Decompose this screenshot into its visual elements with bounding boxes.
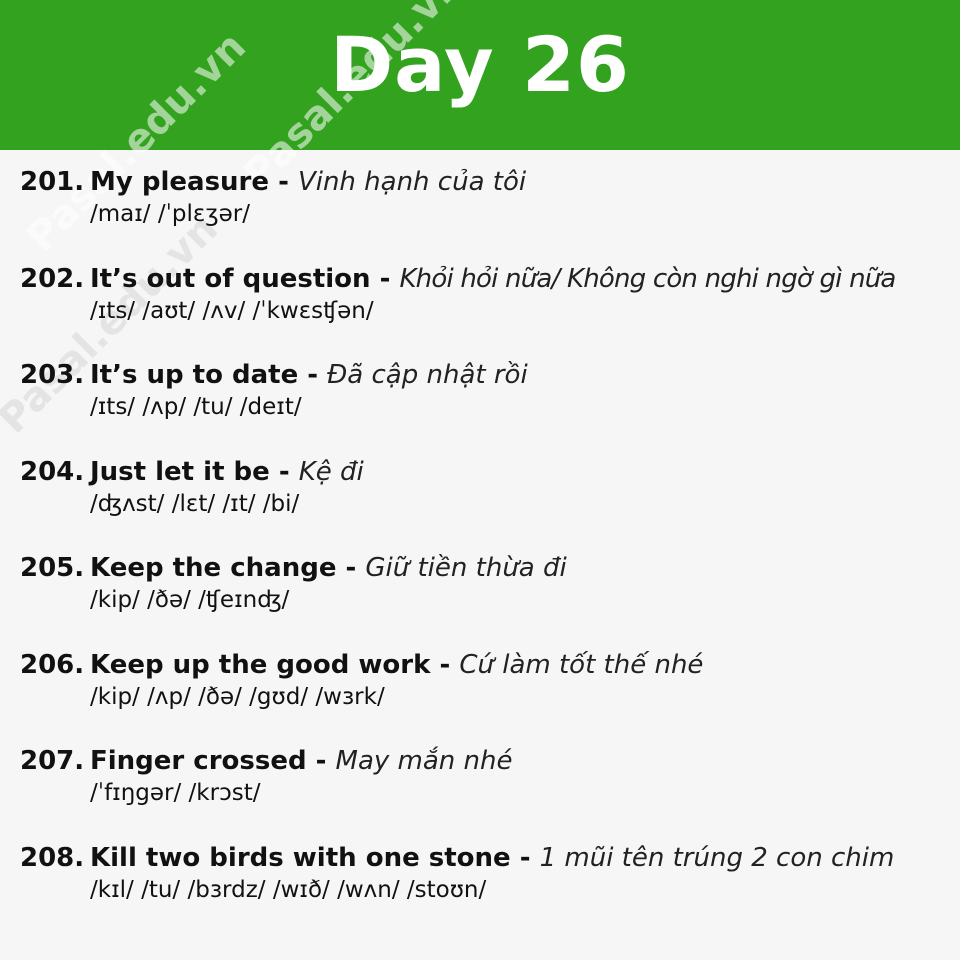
list-item: 206. Keep up the good work - Cứ làm tốt t… (20, 648, 955, 745)
item-ipa: /kip/ /ʌp/ /ðə/ /gʊd/ /wɜrk/ (90, 683, 385, 710)
list-item: 204. Just let it be - Kệ đi /ʤʌst/ /lɛt/ … (20, 455, 955, 552)
item-phrase: Keep the change (90, 553, 337, 583)
item-phrase: It’s out of question (90, 263, 371, 294)
header-banner: Day 26 (0, 0, 960, 150)
item-number: 206. (20, 649, 85, 680)
phrase-list: 201. My pleasure - Vinh hạnh của tôi /maɪ… (20, 165, 955, 937)
page-title: Day 26 (330, 20, 630, 109)
item-meaning: Kệ đi (298, 456, 364, 487)
item-meaning: Vinh hạnh của tôi (297, 167, 527, 197)
item-phrase: Kill two birds with one stone (90, 842, 511, 873)
item-ipa: /ʤʌst/ /lɛt/ /ɪt/ /bi/ (90, 490, 300, 517)
item-ipa: /ɪts/ /aʊt/ /ʌv/ /ˈkwɛsʧən/ (90, 297, 374, 324)
item-phrase: Just let it be (90, 456, 270, 487)
list-item: 208. Kill two birds with one stone - 1 mũ… (20, 841, 955, 938)
item-phrase: My pleasure (90, 167, 270, 197)
item-number: 208. (20, 842, 85, 873)
item-number: 201. (20, 167, 85, 197)
item-separator: - (370, 263, 400, 294)
item-separator: - (430, 649, 460, 680)
item-meaning: Khỏi hỏi nữa/ Không còn nghi ngờ gì nữa (399, 263, 896, 294)
item-phrase: Keep up the good work (90, 649, 431, 680)
item-meaning: May mắn nhé (335, 746, 513, 776)
item-meaning: Đã cập nhật rồi (327, 360, 528, 390)
list-item: 203. It’s up to date - Đã cập nhật rồi /ɪ… (20, 358, 955, 455)
item-number: 207. (20, 746, 85, 776)
item-ipa: /ɪts/ /ʌp/ /tu/ /deɪt/ (90, 394, 302, 420)
item-phrase: It’s up to date (90, 360, 299, 390)
item-separator: - (269, 456, 299, 487)
item-number: 203. (20, 360, 85, 390)
item-separator: - (269, 167, 298, 197)
item-ipa: /kip/ /ðə/ /ʧeɪnʤ/ (90, 587, 290, 613)
item-number: 202. (20, 263, 85, 294)
list-item: 201. My pleasure - Vinh hạnh của tôi /maɪ… (20, 165, 955, 262)
item-separator: - (306, 746, 336, 776)
list-item: 205. Keep the change - Giữ tiền thừa đi /… (20, 551, 955, 648)
item-ipa: /ˈfɪŋgər/ /krɔst/ (90, 780, 261, 806)
list-item: 207. Finger crossed - May mắn nhé /ˈfɪŋgə… (20, 744, 955, 841)
item-meaning: 1 mũi tên trúng 2 con chim (539, 842, 895, 873)
item-separator: - (510, 842, 540, 873)
item-number: 205. (20, 553, 85, 583)
item-separator: - (336, 553, 366, 583)
item-ipa: /maɪ/ /ˈplɛʒər/ (90, 201, 250, 227)
item-ipa: /kɪl/ /tu/ /bɜrdz/ /wɪð/ /wʌn/ /stoʊn/ (90, 876, 487, 903)
item-number: 204. (20, 456, 85, 487)
item-meaning: Giữ tiền thừa đi (365, 553, 567, 583)
list-item: 202. It’s out of question - Khỏi hỏi nữa/… (20, 262, 955, 359)
item-phrase: Finger crossed (90, 746, 307, 776)
item-meaning: Cứ làm tốt thế nhé (459, 649, 704, 680)
item-separator: - (298, 360, 328, 390)
